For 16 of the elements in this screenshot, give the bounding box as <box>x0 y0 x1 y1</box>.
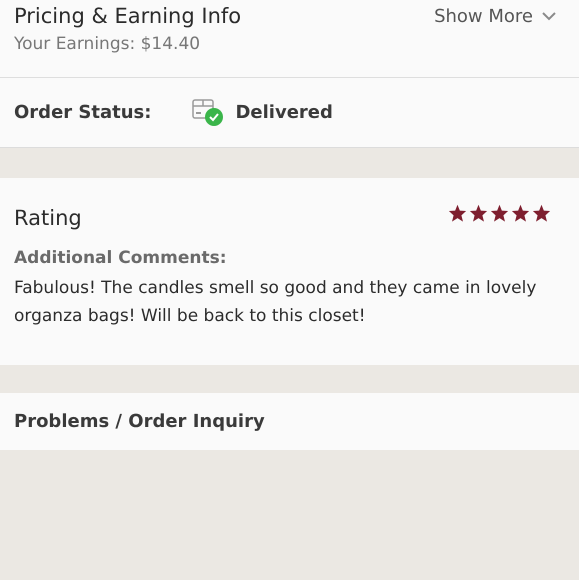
star-icon <box>511 204 530 222</box>
rating-title: Rating <box>14 206 82 230</box>
earnings-text: Your Earnings: $14.40 <box>14 34 202 54</box>
status-value: Delivered <box>235 102 333 123</box>
problems-link[interactable]: Problems / Order Inquiry <box>14 411 265 432</box>
star-icon <box>490 204 509 222</box>
comment-text: Fabulous! The candles smell so good and they came in lovely organza bags! Will be back to this closet! <box>14 277 538 328</box>
status-label: Order Status: <box>14 102 152 123</box>
star-icon <box>532 204 551 222</box>
section-title: Pricing & Earning Info <box>14 4 242 28</box>
chevron-down-icon <box>541 11 557 21</box>
star-icon <box>448 204 467 222</box>
delivered-box-icon <box>191 98 226 128</box>
star-icon <box>469 204 488 222</box>
show-more-link[interactable]: Show More <box>434 6 565 26</box>
comments-label: Additional Comments: <box>14 248 228 268</box>
